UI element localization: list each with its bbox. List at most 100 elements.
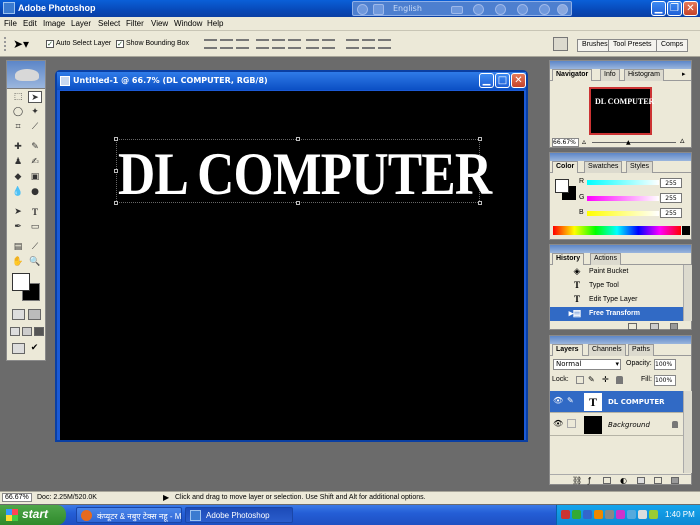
- help-icon[interactable]: [539, 4, 550, 15]
- menu-help[interactable]: Help: [207, 19, 223, 28]
- hand-tool-icon[interactable]: ✋: [11, 256, 25, 268]
- tab-tool-presets[interactable]: Tool Presets: [608, 39, 657, 52]
- history-item[interactable]: T Type Tool: [550, 279, 683, 293]
- layer-row-selected[interactable]: 👁 ✎ T DL COMPUTER: [550, 391, 683, 413]
- navigator-zoom-field[interactable]: 66.67%: [552, 138, 579, 147]
- palette-header[interactable]: [550, 153, 691, 161]
- slice-tool-icon[interactable]: ⟋: [28, 121, 42, 133]
- history-scrollbar[interactable]: [683, 265, 692, 321]
- distribute-left-icon[interactable]: [346, 39, 359, 49]
- path-selection-icon[interactable]: ➤: [11, 206, 25, 218]
- menu-image[interactable]: Image: [43, 19, 65, 28]
- quick-mask-icon[interactable]: [28, 309, 41, 320]
- history-item[interactable]: ◈ Paint Bucket: [550, 265, 683, 279]
- lock-image-icon[interactable]: ✎: [588, 376, 595, 384]
- distribute-right-icon[interactable]: [378, 39, 391, 49]
- channel-g-slider[interactable]: [587, 196, 659, 201]
- palette-header[interactable]: [550, 61, 691, 69]
- link-slot[interactable]: [567, 419, 576, 428]
- menu-edit[interactable]: Edit: [23, 19, 37, 28]
- start-button[interactable]: start: [0, 505, 66, 525]
- blend-mode-select[interactable]: Normal ▾: [553, 359, 621, 370]
- align-left-icon[interactable]: [256, 39, 269, 49]
- lasso-tool-icon[interactable]: ◯: [11, 106, 25, 118]
- layer-row[interactable]: 👁 Background: [550, 414, 683, 436]
- minimize-button[interactable]: ▁: [651, 1, 666, 16]
- tab-color[interactable]: Color: [552, 161, 579, 173]
- tab-paths[interactable]: Paths: [628, 344, 654, 356]
- eye-icon[interactable]: 👁: [553, 396, 563, 405]
- tray-icon[interactable]: [594, 510, 603, 519]
- screen-mode-full-menu-icon[interactable]: [22, 327, 32, 336]
- zoom-out-icon[interactable]: ▵: [582, 138, 586, 146]
- tray-icon[interactable]: [605, 510, 614, 519]
- link-layers-icon[interactable]: ⛓: [572, 476, 582, 485]
- canvas[interactable]: DL COMPUTER: [60, 91, 524, 440]
- eye-icon[interactable]: 👁: [553, 419, 563, 428]
- restore-button[interactable]: ❐: [667, 1, 682, 16]
- menu-filter[interactable]: Filter: [126, 19, 144, 28]
- blur-tool-icon[interactable]: 💧: [11, 186, 25, 198]
- distribute-top-icon[interactable]: [306, 39, 319, 49]
- history-item[interactable]: T Edit Type Layer: [550, 293, 683, 307]
- channel-b-slider[interactable]: [587, 211, 659, 216]
- distribute-vcenter-icon[interactable]: [322, 39, 335, 49]
- tab-histogram[interactable]: Histogram: [624, 69, 664, 81]
- layer-style-icon[interactable]: ƒ: [588, 476, 591, 485]
- options-grip[interactable]: [4, 37, 8, 51]
- type-tool-icon[interactable]: T: [28, 206, 42, 218]
- lock-transparency-icon[interactable]: [576, 376, 584, 384]
- adjustment-layer-icon[interactable]: ◐: [620, 476, 627, 485]
- clock[interactable]: 1:40 PM: [665, 510, 695, 519]
- opacity-field[interactable]: 100%: [654, 359, 676, 370]
- tab-info[interactable]: Info: [600, 69, 620, 81]
- zoom-in-icon[interactable]: ▵: [680, 137, 685, 146]
- tab-actions[interactable]: Actions: [590, 253, 621, 265]
- eraser-tool-icon[interactable]: ◆: [11, 171, 25, 183]
- tab-layers[interactable]: Layers: [552, 344, 583, 356]
- hand-icon[interactable]: [473, 4, 484, 15]
- magic-wand-icon[interactable]: ✦: [28, 106, 42, 118]
- tray-icon[interactable]: [583, 510, 592, 519]
- fill-field[interactable]: 100%: [654, 375, 676, 386]
- speech-icon[interactable]: [495, 4, 506, 15]
- auto-select-checkbox[interactable]: ✓: [46, 40, 54, 48]
- tab-navigator[interactable]: Navigator: [552, 69, 593, 81]
- status-arrow-icon[interactable]: ▶: [163, 493, 169, 502]
- delete-layer-icon[interactable]: [671, 477, 679, 484]
- layers-scrollbar[interactable]: [683, 391, 692, 473]
- zoom-slider[interactable]: [592, 142, 676, 143]
- move-tool-preset-icon[interactable]: ➤▾: [13, 37, 29, 51]
- eyedropper-icon[interactable]: ⟋: [28, 241, 42, 253]
- palette-header[interactable]: [550, 336, 691, 344]
- minimize-langbar-icon[interactable]: [451, 6, 463, 14]
- canvas-text-layer[interactable]: DL COMPUTER: [118, 140, 492, 209]
- move-tool-icon[interactable]: ➤: [28, 91, 42, 103]
- tab-history[interactable]: History: [552, 253, 585, 265]
- channel-b-value[interactable]: 255: [660, 208, 682, 218]
- doc-minimize-button[interactable]: ▁: [479, 73, 494, 88]
- shield-icon[interactable]: [517, 4, 528, 15]
- tab-channels[interactable]: Channels: [588, 344, 626, 356]
- options-icon[interactable]: [557, 4, 568, 15]
- clone-stamp-icon[interactable]: ♟: [11, 156, 25, 168]
- distribute-hcenter-icon[interactable]: [362, 39, 375, 49]
- doc-maximize-button[interactable]: □: [495, 73, 510, 88]
- menu-file[interactable]: File: [4, 19, 17, 28]
- shape-tool-icon[interactable]: ▭: [28, 221, 42, 233]
- delete-state-icon[interactable]: [670, 323, 678, 330]
- layer-name[interactable]: Background: [608, 421, 650, 429]
- history-brush-icon[interactable]: ✍: [28, 156, 42, 168]
- new-snapshot-icon[interactable]: [650, 323, 659, 330]
- align-bottom-icon[interactable]: [236, 39, 249, 49]
- new-document-from-state-icon[interactable]: [628, 323, 637, 330]
- screen-mode-standard-icon[interactable]: [10, 327, 20, 336]
- menu-view[interactable]: View: [151, 19, 168, 28]
- channel-r-slider[interactable]: [587, 180, 659, 185]
- menu-layer[interactable]: Layer: [71, 19, 91, 28]
- dodge-tool-icon[interactable]: ●: [28, 186, 42, 198]
- tray-icon[interactable]: [627, 510, 636, 519]
- channel-g-value[interactable]: 255: [660, 193, 682, 203]
- document-title-bar[interactable]: Untitled-1 @ 66.7% (DL COMPUTER, RGB/8) …: [57, 72, 526, 90]
- status-zoom-field[interactable]: 66.67%: [2, 493, 32, 502]
